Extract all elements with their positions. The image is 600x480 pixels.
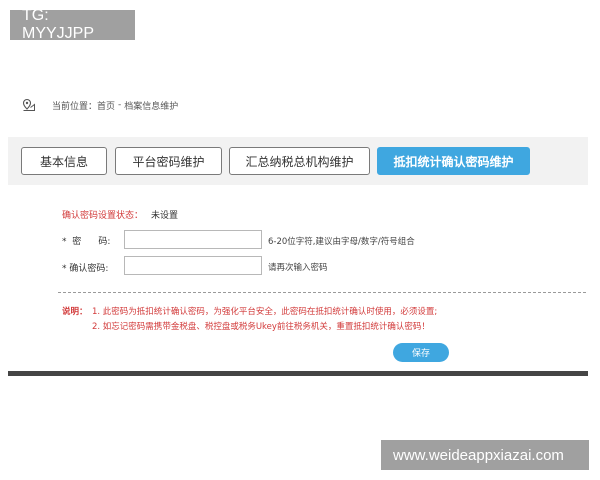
status-label: 确认密码设置状态： (62, 211, 144, 221)
watermark-bottom-right: www.weideappxiazai.com (381, 440, 589, 470)
breadcrumb-current: 档案信息维护 (124, 101, 179, 112)
breadcrumb-home-link[interactable]: 首页 (97, 99, 115, 112)
watermark-top-left: TG: MYYJJPP (10, 7, 135, 42)
tab-label: 汇总纳税总机构维护 (245, 154, 354, 169)
note-line: 2. 如忘记密码需携带金税盘、税控盘或税务Ukey前往税务机关，重置抵扣统计确认… (92, 322, 430, 332)
tab-platform-password[interactable]: 平台密码维护 (115, 147, 222, 175)
confirm-password-input[interactable] (124, 256, 262, 275)
password-hint: 6-20位字符,建议由字母/数字/符号组合 (268, 237, 415, 247)
tab-label: 平台密码维护 (132, 154, 205, 169)
save-button[interactable]: 保存 (393, 343, 449, 362)
dashed-divider (58, 292, 586, 293)
note-title: 说明： (62, 307, 88, 317)
tab-deduction-confirm-password[interactable]: 抵扣统计确认密码维护 (377, 147, 530, 175)
password-label: * 密 码: (62, 237, 111, 247)
location-pin-icon (22, 98, 35, 111)
password-status-row: 确认密码设置状态： 未设置 (62, 208, 178, 221)
watermark-text: TG: MYYJJPP (22, 7, 95, 42)
tab-summary-tax-org[interactable]: 汇总纳税总机构维护 (229, 147, 370, 175)
watermark-text: www.weideappxiazai.com (393, 446, 564, 464)
breadcrumb: 当前位置： 首页 - 档案信息维护 (22, 98, 178, 112)
instructions-note: 说明： 1. 此密码为抵扣统计确认密码，为强化平台安全，此密码在抵扣统计确认时使用… (62, 305, 437, 335)
confirm-password-label: * 确认密码: (62, 264, 109, 274)
tab-label: 基本信息 (39, 154, 88, 169)
bottom-divider-bar (8, 371, 588, 376)
status-value: 未设置 (151, 211, 179, 221)
tab-label: 抵扣统计确认密码维护 (393, 154, 514, 169)
breadcrumb-prefix: 当前位置： (52, 101, 98, 112)
note-line: 1. 此密码为抵扣统计确认密码，为强化平台安全，此密码在抵扣统计确认时使用，必须… (92, 307, 438, 317)
confirm-password-hint: 请再次输入密码 (268, 263, 328, 273)
breadcrumb-separator: - (118, 100, 122, 110)
password-input[interactable] (124, 230, 262, 249)
tab-basic-info[interactable]: 基本信息 (21, 147, 107, 175)
